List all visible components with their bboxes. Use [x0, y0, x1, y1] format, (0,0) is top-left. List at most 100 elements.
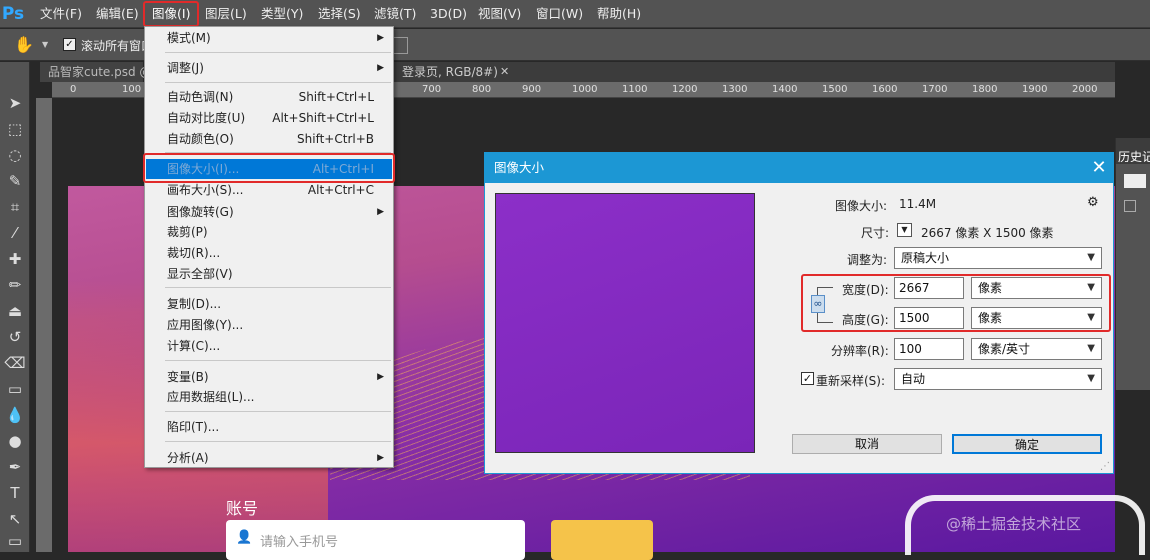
- history-brush-icon[interactable]: ↺: [3, 326, 27, 348]
- menu-view[interactable]: 视图(V): [471, 0, 528, 28]
- eyedropper-tool-icon[interactable]: ⁄: [3, 222, 27, 244]
- menu-item-canvas-size[interactable]: 画布大小(S)... Alt+Ctrl+C: [146, 180, 392, 200]
- menu-item-crop[interactable]: 裁剪(P): [146, 222, 392, 242]
- menu-bar: Ps 文件(F) 编辑(E) 图像(I) 图层(L) 类型(Y) 选择(S) 滤…: [0, 0, 1150, 28]
- chevron-down-icon: ▼: [1087, 252, 1095, 263]
- menu-window[interactable]: 窗口(W): [529, 0, 590, 28]
- menu-item-auto-color[interactable]: 自动颜色(O) Shift+Ctrl+B: [146, 129, 392, 149]
- height-input[interactable]: 1500: [894, 307, 964, 329]
- menu-3d[interactable]: 3D(D): [423, 0, 474, 28]
- shape-tool-icon[interactable]: ▭: [3, 530, 27, 552]
- quick-select-tool-icon[interactable]: ✎: [3, 170, 27, 192]
- menu-edit[interactable]: 编辑(E): [89, 0, 146, 28]
- history-tab[interactable]: 历史记: [1118, 148, 1150, 165]
- tool-preset-chevron-icon[interactable]: ▼: [42, 40, 48, 49]
- resolution-unit-select[interactable]: 像素/英寸 ▼: [971, 338, 1102, 360]
- width-unit-select[interactable]: 像素 ▼: [971, 277, 1102, 299]
- menu-item-label: 自动对比度(U): [167, 111, 246, 125]
- menu-item-label: 陷印(T)...: [167, 420, 220, 434]
- menu-item-label: 自动颜色(O): [167, 132, 234, 146]
- submenu-arrow-icon: ▶: [377, 207, 384, 217]
- eraser-tool-icon[interactable]: ⌫: [3, 352, 27, 374]
- menu-image[interactable]: 图像(I): [143, 1, 200, 27]
- pen-tool-icon[interactable]: ✒: [3, 456, 27, 478]
- menu-filter[interactable]: 滤镜(T): [367, 0, 423, 28]
- menu-layer[interactable]: 图层(L): [198, 0, 254, 28]
- blur-tool-icon[interactable]: 💧: [3, 404, 27, 426]
- close-tab-icon[interactable]: ✕: [500, 62, 509, 82]
- dodge-tool-icon[interactable]: ●: [3, 430, 27, 452]
- hand-tool-icon: ✋: [14, 35, 34, 54]
- resample-checkbox[interactable]: ✓: [801, 372, 814, 385]
- fit-to-label: 调整为:: [847, 253, 888, 267]
- menu-select[interactable]: 选择(S): [311, 0, 368, 28]
- brush-tool-icon[interactable]: ✏: [3, 274, 27, 296]
- close-icon[interactable]: ✕: [1085, 153, 1113, 183]
- menu-item-mode[interactable]: 模式(M) ▶: [146, 28, 392, 48]
- resolution-input[interactable]: 100: [894, 338, 964, 360]
- dimensions-label: 尺寸:: [861, 226, 890, 240]
- menu-item-reveal-all[interactable]: 显示全部(V): [146, 264, 392, 284]
- ruler-tick: 1500: [822, 84, 848, 95]
- ruler-tick: 2000: [1072, 84, 1098, 95]
- fit-to-select[interactable]: 原稿大小 ▼: [894, 247, 1102, 269]
- menu-item-analysis[interactable]: 分析(A) ▶: [146, 448, 392, 468]
- resample-select[interactable]: 自动 ▼: [894, 368, 1102, 390]
- ruler-tick: 700: [422, 84, 442, 95]
- menu-item-trap[interactable]: 陷印(T)...: [146, 417, 392, 437]
- menu-item-label: 图像旋转(G): [167, 205, 234, 219]
- menu-item-auto-tone[interactable]: 自动色调(N) Shift+Ctrl+L: [146, 87, 392, 107]
- menu-item-trim[interactable]: 裁切(R)...: [146, 243, 392, 263]
- cancel-button[interactable]: 取消: [792, 434, 942, 454]
- watermark: @稀土掘金技术社区: [946, 515, 1082, 533]
- history-item[interactable]: [1124, 200, 1136, 212]
- menu-separator: [165, 82, 391, 83]
- link-icon[interactable]: ∞: [811, 295, 825, 313]
- marquee-tool-icon[interactable]: ⬚: [3, 118, 27, 140]
- width-input[interactable]: 2667: [894, 277, 964, 299]
- type-tool-icon[interactable]: T: [3, 482, 27, 504]
- menu-type[interactable]: 类型(Y): [254, 0, 310, 28]
- menu-item-calculations[interactable]: 计算(C)...: [146, 336, 392, 356]
- lasso-tool-icon[interactable]: ◌: [3, 144, 27, 166]
- menu-file[interactable]: 文件(F): [33, 0, 89, 28]
- ruler-tick: 800: [472, 84, 492, 95]
- menu-item-duplicate[interactable]: 复制(D)...: [146, 294, 392, 314]
- menu-item-apply-image[interactable]: 应用图像(Y)...: [146, 315, 392, 335]
- menu-item-adjust[interactable]: 调整(J) ▶: [146, 58, 392, 78]
- menu-item-variables[interactable]: 变量(B) ▶: [146, 367, 392, 387]
- submenu-arrow-icon: ▶: [377, 453, 384, 463]
- menu-separator: [165, 287, 391, 288]
- menu-item-label: 计算(C)...: [167, 339, 221, 353]
- scroll-all-checkbox[interactable]: ✓: [63, 38, 76, 51]
- crop-tool-icon[interactable]: ⌗: [3, 196, 27, 218]
- ruler-tick: 100: [122, 84, 142, 95]
- menu-item-image-rotation[interactable]: 图像旋转(G) ▶: [146, 202, 392, 222]
- ruler-tick: 1800: [972, 84, 998, 95]
- move-tool-icon[interactable]: ➤: [3, 92, 27, 114]
- height-label: 高度(G):: [842, 313, 889, 327]
- menu-item-apply-data-set[interactable]: 应用数据组(L)...: [146, 387, 392, 407]
- stamp-tool-icon[interactable]: ⏏: [3, 300, 27, 322]
- ok-button[interactable]: 确定: [952, 434, 1102, 454]
- gear-icon[interactable]: ⚙: [1087, 195, 1099, 210]
- resolution-label: 分辨率(R):: [831, 344, 889, 358]
- tab-document-1[interactable]: 品智家cute.psd @: [40, 62, 151, 82]
- ruler-tick: 0: [70, 84, 77, 95]
- ruler-tick: 1600: [872, 84, 898, 95]
- menu-item-label: 应用图像(Y)...: [167, 318, 244, 332]
- ruler-tick: 900: [522, 84, 542, 95]
- image-size-label: 图像大小:: [835, 199, 888, 213]
- path-select-tool-icon[interactable]: ↖: [3, 508, 27, 530]
- menu-item-auto-contrast[interactable]: 自动对比度(U) Alt+Shift+Ctrl+L: [146, 108, 392, 128]
- height-unit-select[interactable]: 像素 ▼: [971, 307, 1102, 329]
- menu-item-label: 调整(J): [167, 61, 204, 75]
- dimensions-dropdown-icon[interactable]: ▼: [897, 223, 912, 237]
- resample-label: 重新采样(S):: [816, 374, 886, 388]
- menu-help[interactable]: 帮助(H): [590, 0, 648, 28]
- resize-grip-icon[interactable]: ⋰: [1100, 461, 1110, 472]
- healing-brush-icon[interactable]: ✚: [3, 248, 27, 270]
- menu-separator: [165, 52, 391, 53]
- gradient-tool-icon[interactable]: ▭: [3, 378, 27, 400]
- options-button[interactable]: [394, 37, 408, 54]
